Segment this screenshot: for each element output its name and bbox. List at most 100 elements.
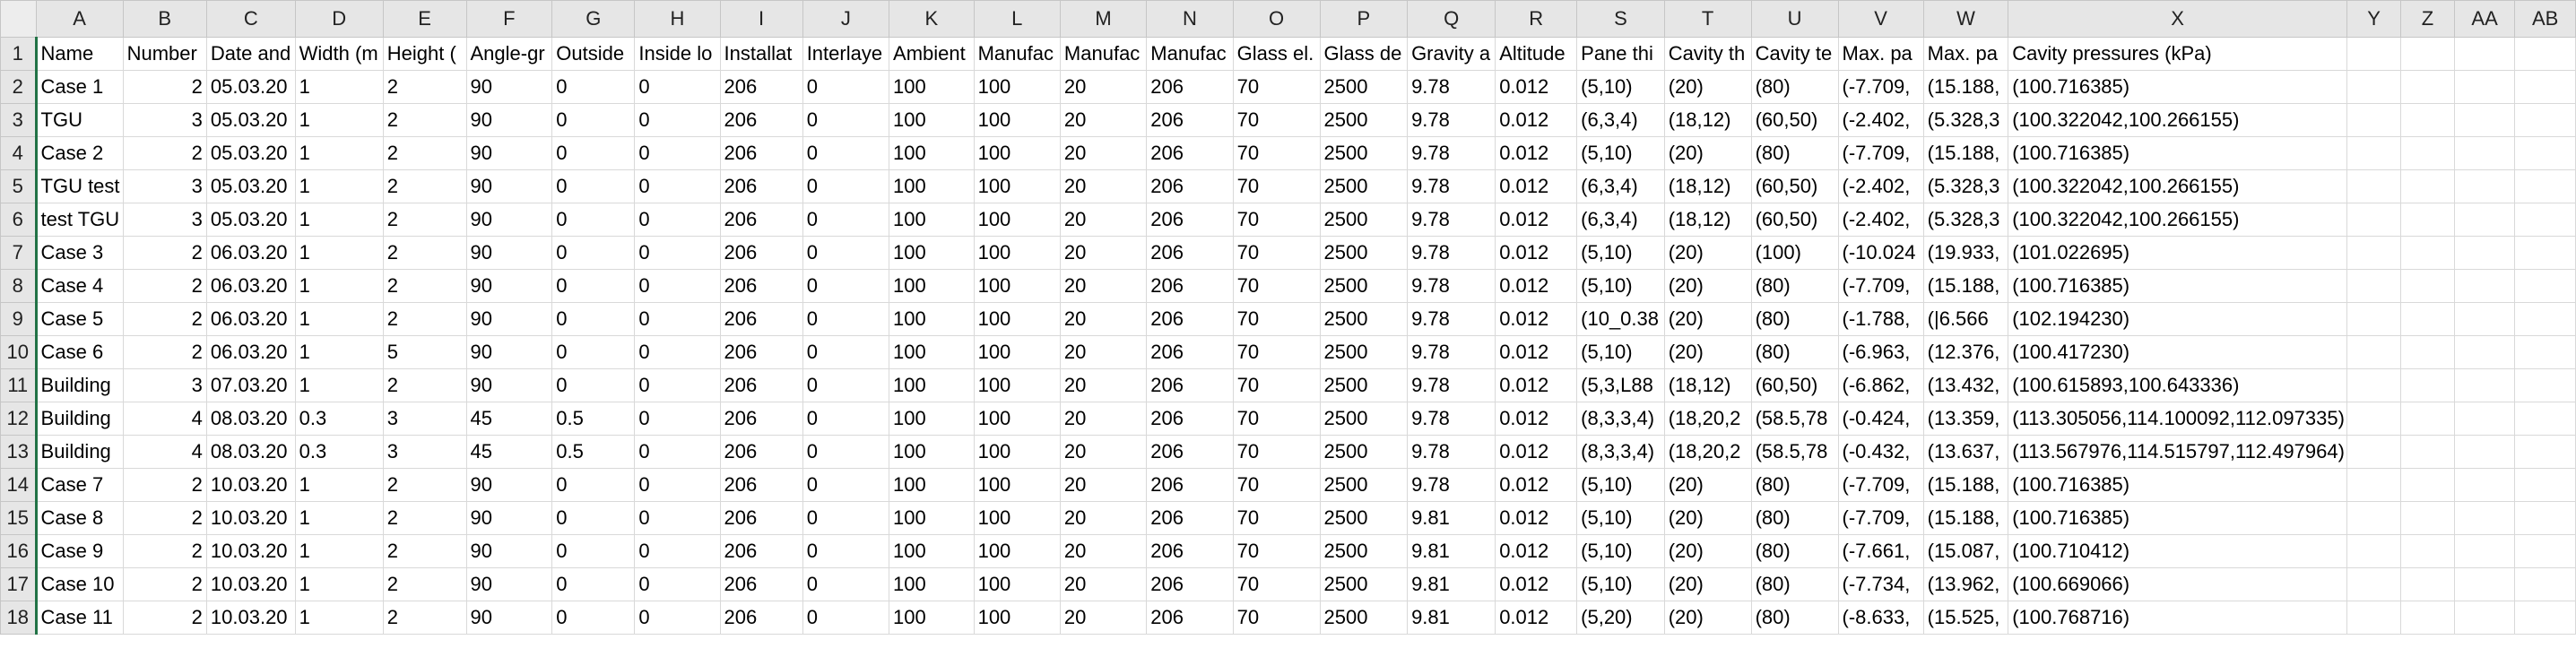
cell[interactable]: 70 <box>1232 335 1321 369</box>
cell[interactable]: 0.012 <box>1495 567 1578 601</box>
cell[interactable]: Max. pa <box>1837 37 1924 71</box>
cell[interactable]: (100.716385) <box>2008 70 2347 104</box>
cell[interactable]: (80) <box>1750 601 1839 635</box>
cell[interactable]: 1 <box>294 368 384 402</box>
cell[interactable]: (12.376, <box>1922 335 2009 369</box>
cell[interactable]: 0.012 <box>1495 302 1578 336</box>
cell[interactable]: 206 <box>719 534 803 568</box>
column-header[interactable]: H <box>634 0 721 38</box>
cell[interactable] <box>2453 203 2516 237</box>
cell[interactable]: (80) <box>1750 468 1839 502</box>
cell[interactable]: (13.637, <box>1922 435 2009 469</box>
cell[interactable]: Case 9 <box>35 534 124 568</box>
cell[interactable]: 9.78 <box>1407 335 1496 369</box>
cell[interactable]: Ambient <box>889 37 975 71</box>
cell[interactable]: 0 <box>802 402 890 436</box>
cell[interactable]: (5,20) <box>1576 601 1665 635</box>
cell[interactable] <box>2514 37 2576 71</box>
cell[interactable]: 100 <box>973 70 1061 104</box>
cell[interactable]: 90 <box>465 269 553 303</box>
column-header[interactable]: AA <box>2453 0 2516 38</box>
cell[interactable]: (20) <box>1663 302 1752 336</box>
cell[interactable] <box>2400 103 2455 137</box>
cell[interactable]: 9.78 <box>1407 302 1496 336</box>
cell[interactable]: 1 <box>294 534 384 568</box>
cell[interactable]: (60,50) <box>1750 103 1839 137</box>
cell[interactable]: 3 <box>382 435 467 469</box>
column-header[interactable]: R <box>1495 0 1578 38</box>
cell[interactable] <box>2514 203 2576 237</box>
row-header[interactable]: 8 <box>0 269 38 303</box>
cell[interactable]: (5.328,3 <box>1922 203 2009 237</box>
cell[interactable]: (5,10) <box>1576 567 1665 601</box>
cell[interactable]: 70 <box>1232 402 1321 436</box>
cell[interactable]: 70 <box>1232 435 1321 469</box>
cell[interactable]: 2 <box>122 269 207 303</box>
column-header[interactable]: S <box>1576 0 1665 38</box>
row-header[interactable]: 13 <box>0 435 38 469</box>
cell[interactable]: 0 <box>551 70 636 104</box>
cell[interactable]: 0.3 <box>294 402 384 436</box>
cell[interactable]: 2 <box>382 236 467 270</box>
cell[interactable]: 100 <box>973 136 1061 170</box>
cell[interactable]: 206 <box>1146 435 1234 469</box>
cell[interactable]: 0 <box>802 435 890 469</box>
cell[interactable]: 20 <box>1059 136 1148 170</box>
select-all-corner[interactable] <box>0 0 37 38</box>
cell[interactable]: (100.322042,100.266155) <box>2008 103 2347 137</box>
cell[interactable]: 100 <box>889 402 975 436</box>
cell[interactable]: 0 <box>551 335 636 369</box>
cell[interactable]: 0 <box>551 269 636 303</box>
cell[interactable]: 0 <box>802 103 890 137</box>
cell[interactable] <box>2453 169 2516 203</box>
cell[interactable]: 0.012 <box>1495 203 1578 237</box>
cell[interactable] <box>2453 468 2516 502</box>
cell[interactable]: 90 <box>465 103 553 137</box>
cell[interactable]: 0 <box>802 302 890 336</box>
cell[interactable]: 90 <box>465 136 553 170</box>
cell[interactable]: 0.012 <box>1495 103 1578 137</box>
cell[interactable]: Case 1 <box>35 70 124 104</box>
cell[interactable]: 90 <box>465 368 553 402</box>
cell[interactable]: 2 <box>382 534 467 568</box>
cell[interactable]: 100 <box>889 468 975 502</box>
cell[interactable]: (20) <box>1663 335 1752 369</box>
cell[interactable]: Cavity pressures (kPa) <box>2008 37 2347 71</box>
cell[interactable]: (60,50) <box>1750 169 1839 203</box>
cell[interactable]: (5,10) <box>1576 70 1665 104</box>
cell[interactable]: 2 <box>382 103 467 137</box>
cell[interactable]: (80) <box>1750 534 1839 568</box>
cell[interactable]: 20 <box>1059 368 1148 402</box>
cell[interactable]: 0.012 <box>1495 368 1578 402</box>
row-header[interactable]: 1 <box>0 37 38 71</box>
cell[interactable] <box>2400 468 2455 502</box>
cell[interactable]: 2500 <box>1319 501 1409 535</box>
cell[interactable]: 100 <box>973 468 1061 502</box>
cell[interactable]: 20 <box>1059 534 1148 568</box>
cell[interactable]: 9.81 <box>1407 501 1496 535</box>
cell[interactable]: 0 <box>551 203 636 237</box>
cell[interactable]: TGU test <box>35 169 124 203</box>
cell[interactable]: 100 <box>889 302 975 336</box>
cell[interactable]: 0 <box>802 468 890 502</box>
cell[interactable]: 9.78 <box>1407 169 1496 203</box>
cell[interactable]: (20) <box>1663 236 1752 270</box>
cell[interactable]: (-2.402, <box>1837 169 1924 203</box>
cell[interactable]: (113.305056,114.100092,112.097335) <box>2008 402 2347 436</box>
cell[interactable]: 206 <box>1146 601 1234 635</box>
cell[interactable]: (-8.633, <box>1837 601 1924 635</box>
cell[interactable]: 206 <box>719 236 803 270</box>
cell[interactable]: Case 7 <box>35 468 124 502</box>
cell[interactable]: 206 <box>719 136 803 170</box>
cell[interactable]: 20 <box>1059 103 1148 137</box>
cell[interactable]: 05.03.20 <box>205 203 296 237</box>
cell[interactable]: (15.188, <box>1922 501 2009 535</box>
cell[interactable]: 0 <box>802 269 890 303</box>
cell[interactable]: 0 <box>634 70 721 104</box>
cell[interactable]: 70 <box>1232 534 1321 568</box>
cell[interactable] <box>2453 501 2516 535</box>
cell[interactable]: 08.03.20 <box>205 402 296 436</box>
cell[interactable] <box>2514 402 2576 436</box>
cell[interactable]: Width (m <box>294 37 384 71</box>
cell[interactable]: (5,10) <box>1576 136 1665 170</box>
